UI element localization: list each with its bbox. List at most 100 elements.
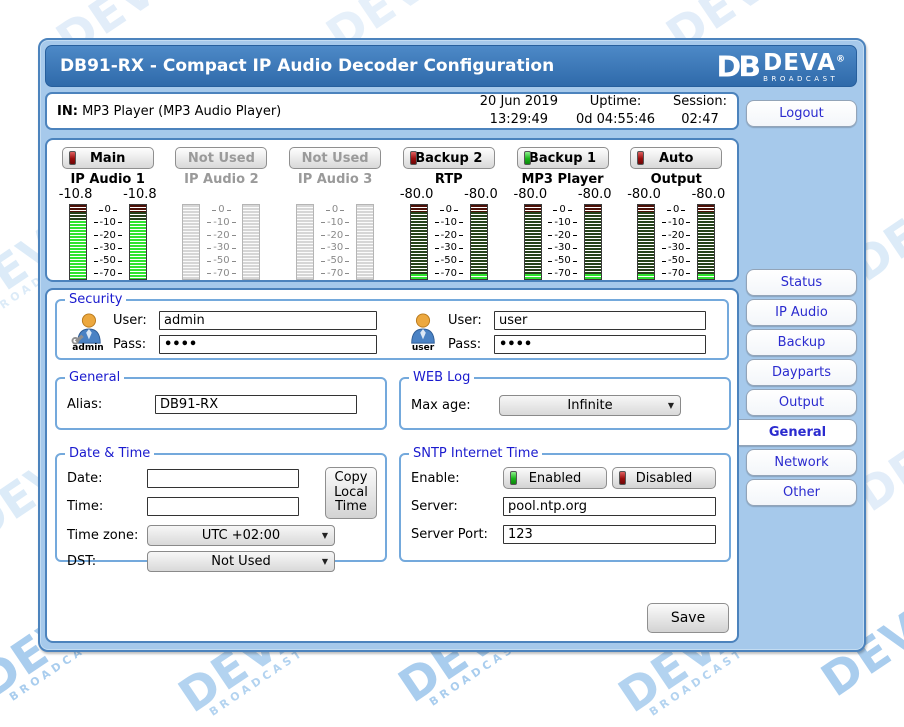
level-meter-bar <box>524 204 542 280</box>
level-meter-bar <box>470 204 488 280</box>
user-username-field[interactable] <box>494 311 706 330</box>
deva-broadcast-text: BROADCAST <box>763 76 846 83</box>
weblog-section: WEB Log Max age: Infinite ▼ <box>399 370 731 430</box>
max-age-select[interactable]: Infinite ▼ <box>499 395 681 416</box>
datetime-display: 20 Jun 2019 13:29:49 <box>480 93 558 129</box>
meter-label: IP Audio 1 <box>70 172 144 187</box>
meter-left-db: -80.0 <box>400 187 434 204</box>
meter-scale: 0 -10 -20 -30 -50 -70 <box>87 204 129 280</box>
meter-scale: 0 -10 -20 -30 -50 -70 <box>542 204 584 280</box>
user-icon-caption: user <box>398 344 448 353</box>
security-legend: Security <box>65 292 126 307</box>
meter-group-mp3-player: Backup 1 MP3 Player -80.0 -80.0 0 -10 -2… <box>510 140 616 280</box>
admin-icon <box>70 313 106 345</box>
uptime-value: 0d 04:55:46 <box>576 111 655 129</box>
sidebar-item-other[interactable]: Other <box>746 479 857 506</box>
audio-meters-panel: Main IP Audio 1 -10.8 -10.8 0 -10 -20 -3… <box>45 138 739 282</box>
sntp-server-label: Server: <box>411 499 503 514</box>
backup1-source-button[interactable]: Backup 1 <box>517 147 609 169</box>
uptime-display: Uptime: 0d 04:55:46 <box>576 93 655 129</box>
admin-icon-caption: admin <box>63 344 113 353</box>
session-value: 02:47 <box>673 111 727 129</box>
meter-left-db: -80.0 <box>514 187 548 204</box>
chevron-down-icon: ▼ <box>668 401 674 410</box>
timezone-select[interactable]: UTC +02:00 ▼ <box>147 525 335 546</box>
level-meter-bar <box>69 204 87 280</box>
datetime-section: Date & Time Date: Time: Copy Local Time … <box>55 446 387 562</box>
meter-right-db: -80.0 <box>578 187 612 204</box>
meter-left-db: -80.0 <box>627 187 661 204</box>
meter-right-db: -10.8 <box>123 187 157 204</box>
admin-username-field[interactable] <box>159 311 377 330</box>
not-used-button[interactable]: Not Used <box>175 147 267 169</box>
alias-label: Alias: <box>67 397 155 412</box>
level-meter-bar <box>242 204 260 280</box>
backup2-source-button[interactable]: Backup 2 <box>403 147 495 169</box>
settings-panel: Security admin <box>45 288 739 643</box>
alias-field[interactable] <box>155 395 357 414</box>
sntp-disabled-button[interactable]: Disabled <box>612 467 716 489</box>
sntp-port-field[interactable] <box>503 525 716 544</box>
dst-select[interactable]: Not Used ▼ <box>147 551 335 572</box>
chevron-down-icon: ▼ <box>322 531 328 540</box>
meter-right-db: -80.0 <box>464 187 498 204</box>
header-bar: DB91-RX - Compact IP Audio Decoder Confi… <box>45 45 857 87</box>
admin-user-label: User: <box>113 313 159 328</box>
meter-label: RTP <box>435 172 463 187</box>
time-field[interactable] <box>147 497 299 516</box>
date-value: 20 Jun 2019 <box>480 93 558 111</box>
sidebar-item-ip-audio[interactable]: IP Audio <box>746 299 857 326</box>
meter-label: IP Audio 3 <box>298 172 372 187</box>
logout-button[interactable]: Logout <box>746 100 857 127</box>
level-meter-bar <box>584 204 602 280</box>
meter-label: IP Audio 2 <box>184 172 258 187</box>
meter-group-rtp: Backup 2 RTP -80.0 -80.0 0 -10 -20 -30 -… <box>396 140 502 280</box>
save-button[interactable]: Save <box>647 603 729 633</box>
sntp-enable-label: Enable: <box>411 471 503 486</box>
sidebar-item-backup[interactable]: Backup <box>746 329 857 356</box>
user-user-label: User: <box>448 313 494 328</box>
meter-left-db: -10.8 <box>59 187 93 204</box>
sidebar-item-dayparts[interactable]: Dayparts <box>746 359 857 386</box>
level-meter-bar <box>356 204 374 280</box>
level-meter-bar <box>296 204 314 280</box>
datetime-legend: Date & Time <box>65 446 154 461</box>
sntp-enabled-button[interactable]: Enabled <box>503 467 607 489</box>
page-title: DB91-RX - Compact IP Audio Decoder Confi… <box>60 56 554 76</box>
copy-local-time-button[interactable]: Copy Local Time <box>325 467 377 519</box>
user-pass-label: Pass: <box>448 337 494 352</box>
meter-group-output: Auto Output -80.0 -80.0 0 -10 -20 -30 -5… <box>623 140 729 280</box>
meter-scale: 0 -10 -20 -30 -50 -70 <box>200 204 242 280</box>
main-source-button[interactable]: Main <box>62 147 154 169</box>
input-source-label: IN: <box>57 104 78 119</box>
weblog-legend: WEB Log <box>409 370 474 385</box>
admin-pass-label: Pass: <box>113 337 159 352</box>
sidebar-item-status[interactable]: Status <box>746 269 857 296</box>
timezone-label: Time zone: <box>67 528 147 543</box>
sntp-server-field[interactable] <box>503 497 716 516</box>
red-led-icon <box>619 471 626 485</box>
sidebar-item-network[interactable]: Network <box>746 449 857 476</box>
time-value: 13:29:49 <box>480 111 558 129</box>
status-bar: IN: MP3 Player (MP3 Audio Player) 20 Jun… <box>45 92 739 130</box>
auto-source-button[interactable]: Auto <box>630 147 722 169</box>
sidebar-item-general[interactable]: General <box>739 419 857 446</box>
deva-logo: DB DEVA® BROADCAST <box>716 50 846 85</box>
user-password-field[interactable] <box>494 335 706 354</box>
not-used-button[interactable]: Not Used <box>289 147 381 169</box>
deva-logo-text: DEVA <box>763 50 836 76</box>
sntp-legend: SNTP Internet Time <box>409 446 542 461</box>
date-label: Date: <box>67 471 147 486</box>
admin-password-field[interactable] <box>159 335 377 354</box>
uptime-label: Uptime: <box>576 93 655 111</box>
sntp-section: SNTP Internet Time Enable: Enabled Disab… <box>399 446 731 562</box>
general-legend: General <box>65 370 124 385</box>
sidebar-item-output[interactable]: Output <box>746 389 857 416</box>
meter-scale: 0 -10 -20 -30 -50 -70 <box>655 204 697 280</box>
session-display: Session: 02:47 <box>673 93 727 129</box>
security-section: Security admin <box>55 292 729 360</box>
max-age-label: Max age: <box>411 398 499 413</box>
meter-scale: 0 -10 -20 -30 -50 -70 <box>314 204 356 280</box>
main-panel: DB91-RX - Compact IP Audio Decoder Confi… <box>38 38 866 652</box>
date-field[interactable] <box>147 469 299 488</box>
